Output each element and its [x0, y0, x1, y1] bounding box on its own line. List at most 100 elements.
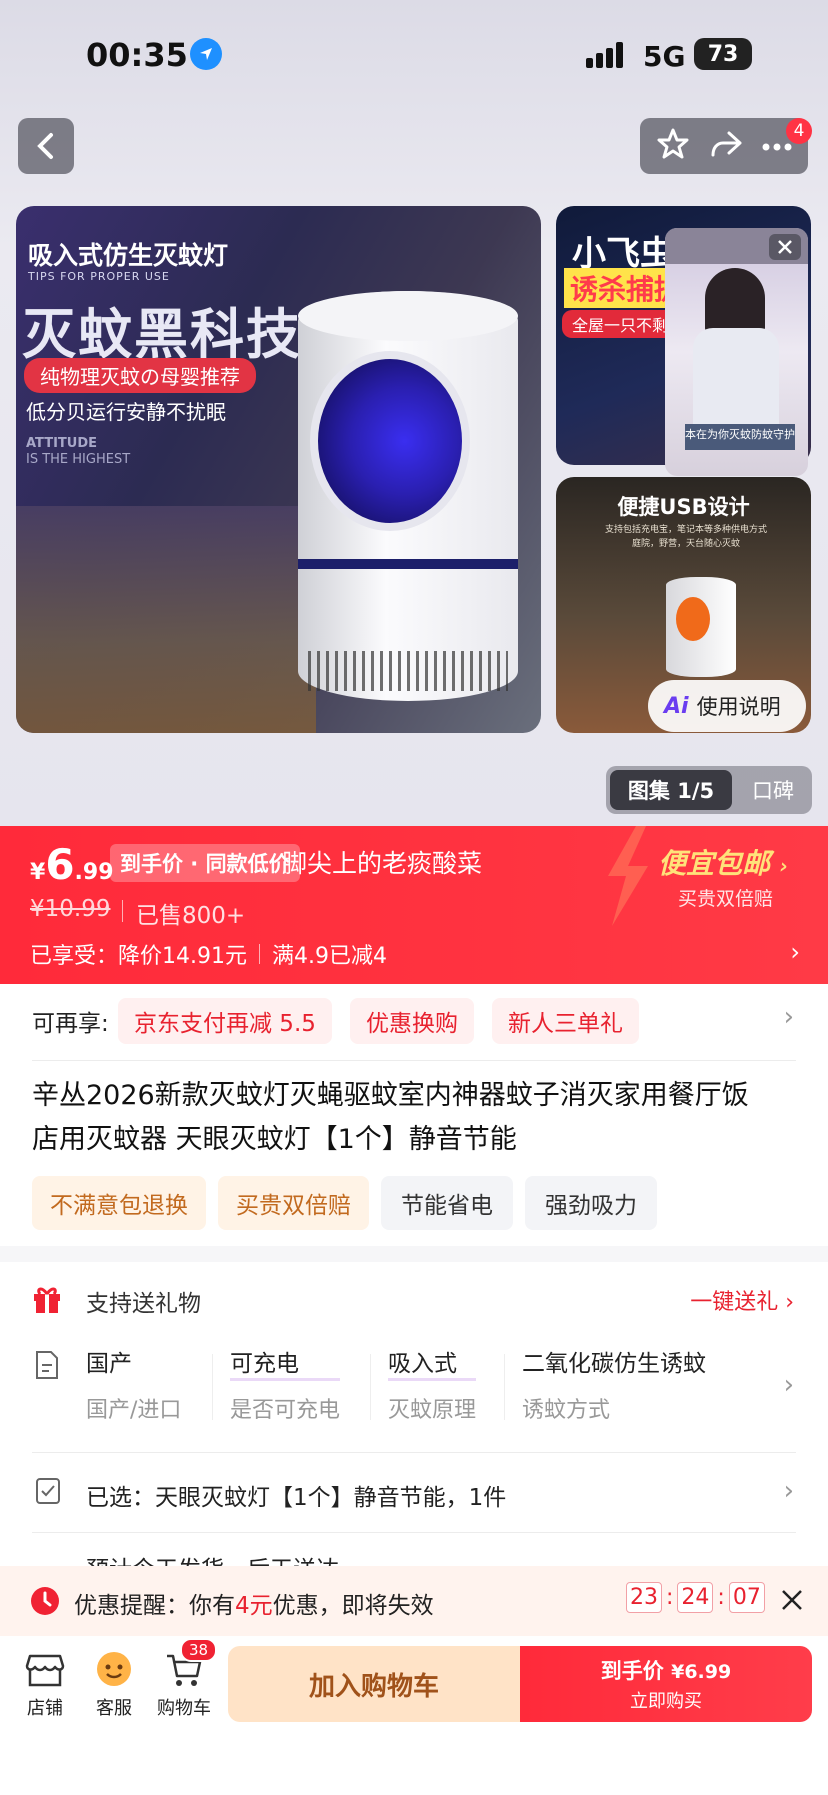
chevron-right-icon: ›	[790, 938, 800, 966]
reminder-prefix: 优惠提醒：你有	[74, 1593, 235, 1619]
gift-action-text: 一键送礼	[690, 1290, 779, 1315]
video-preview[interactable]: 本在为你灭蚊防蚊守护	[665, 228, 808, 476]
signal-icon	[586, 42, 630, 68]
offer-chip-newbie[interactable]: 新人三单礼	[492, 998, 639, 1044]
spec-lure-label: 诱蚊方式	[522, 1398, 611, 1423]
gallery-tips: TIPS FOR PROPER USE	[28, 270, 170, 283]
tag-double-refund[interactable]: 买贵双倍赔	[218, 1176, 369, 1230]
chevron-right-icon: ›	[783, 1476, 794, 1506]
tag-strong-suction[interactable]: 强劲吸力	[525, 1176, 657, 1230]
reminder-suffix: 优惠，即将失效	[272, 1593, 434, 1619]
side-bottom-title: 便捷USB设计	[617, 495, 750, 519]
countdown-seconds: 07	[728, 1582, 765, 1613]
enjoy-row[interactable]: 已享受： 降价14.91元 满4.9已减4 ›	[30, 938, 800, 970]
add-to-cart-button[interactable]: 加入购物车	[228, 1646, 520, 1722]
close-icon	[782, 1590, 802, 1610]
cart-label: 购物车	[157, 1698, 211, 1719]
price-current: ¥ 6 .99	[30, 840, 114, 889]
spec-lure: 二氧化碳仿生诱蚊 诱蚊方式	[522, 1344, 706, 1424]
ai-label: 使用说明	[696, 695, 781, 719]
product-title-line-1: 辛丛2026新款灭蚊灯灭蝇驱蚊室内神器蚊子消灭家用餐厅饭	[32, 1080, 749, 1111]
price-tag: 到手价 · 同款低价	[110, 844, 300, 882]
video-caption: 本在为你灭蚊防蚊守护	[685, 428, 795, 441]
shipping-row[interactable]: 预计今天发货，后天送达	[0, 1540, 828, 1566]
spec-principle: 吸入式 灭蚊原理	[388, 1344, 477, 1424]
countdown-hours: 23	[626, 1582, 662, 1613]
price-original: ¥10.99	[30, 896, 111, 922]
chevron-right-icon: ›	[783, 1370, 794, 1400]
clock-icon	[30, 1586, 60, 1620]
lightning-decor	[596, 826, 656, 926]
ai-guide-button[interactable]: Ai 使用说明	[648, 680, 806, 732]
bed-decor	[16, 506, 316, 733]
spec-origin-label: 国产/进口	[86, 1398, 182, 1423]
price-decimal: .99	[74, 860, 114, 885]
gift-icon	[32, 1284, 62, 1318]
service-button[interactable]: 客服	[86, 1648, 142, 1720]
status-time: 00:35	[86, 36, 188, 74]
offer-chip-exchange[interactable]: 优惠换购	[350, 998, 474, 1044]
specs-row[interactable]: 国产 国产/进口 可充电 是否可充电 吸入式 灭蚊原理 二氧化碳仿生诱蚊 诱蚊方…	[0, 1340, 828, 1440]
nav-actions	[640, 118, 808, 174]
discount-reminder-bar[interactable]: 优惠提醒：你有4元优惠，即将失效 23: 24: 07	[0, 1566, 828, 1636]
store-icon	[25, 1654, 65, 1687]
chevron-right-icon: ›	[783, 1002, 794, 1032]
gallery-attitude-1: ATTITUDE	[26, 436, 98, 451]
promo-title[interactable]: 便宜包邮 ›	[658, 842, 788, 882]
selected-icon	[34, 1476, 62, 1510]
reminder-amount: 4元	[235, 1593, 273, 1619]
buy-now-button[interactable]: 到手价 ¥6.99 立即购买	[520, 1646, 812, 1722]
side-top-pill: 全屋一只不剩	[562, 310, 679, 338]
tag-energy-saving[interactable]: 节能省电	[381, 1176, 513, 1230]
gallery-attitude-2: IS THE HIGHEST	[26, 452, 131, 467]
gift-label: 支持送礼物	[86, 1291, 201, 1317]
more-offers-label: 可再享:	[32, 1011, 109, 1037]
product-title: 辛丛2026新款灭蚊灯灭蝇驱蚊室内神器蚊子消灭家用餐厅饭 店用灭蚊器 天眼灭蚊灯…	[32, 1074, 802, 1162]
main-product-image[interactable]: 吸入式仿生灭蚊灯 TIPS FOR PROPER USE 灭蚊黑科技 纯物理灭蚊…	[16, 206, 541, 733]
service-label: 客服	[96, 1698, 132, 1719]
shipping-text: 预计今天发货，后天送达	[86, 1550, 339, 1566]
tab-gallery[interactable]: 图集 1/5	[610, 770, 732, 810]
customer-service-icon	[97, 1652, 131, 1686]
location-icon	[190, 38, 222, 70]
add-to-cart-label: 加入购物车	[308, 1671, 439, 1702]
buy-price-label: 到手价	[600, 1659, 664, 1683]
section-divider	[0, 1246, 828, 1262]
store-button[interactable]: 店铺	[20, 1648, 70, 1720]
selected-row[interactable]: 已选：天眼灭蚊灯【1个】静音节能，1件 ›	[0, 1454, 828, 1532]
gift-action[interactable]: 一键送礼 ›	[690, 1284, 794, 1316]
share-icon[interactable]	[709, 127, 743, 165]
sold-count: 已售800+	[136, 903, 246, 929]
gift-row[interactable]: 支持送礼物 一键送礼 ›	[0, 1262, 828, 1336]
notification-badge: 4	[786, 118, 812, 144]
spec-origin-value: 国产	[86, 1351, 132, 1377]
spec-principle-label: 灭蚊原理	[388, 1398, 477, 1423]
close-video-button[interactable]	[769, 234, 801, 260]
more-offers-row[interactable]: 可再享: 京东支付再减 5.5 优惠换购 新人三单礼 ›	[0, 984, 828, 1060]
more-icon[interactable]	[762, 137, 792, 156]
cart-badge: 38	[180, 1638, 218, 1662]
close-reminder-button[interactable]	[780, 1588, 804, 1616]
gallery-tabs: 图集 1/5 口碑	[606, 766, 812, 814]
product-title-line-2: 店用灭蚊器 天眼灭蚊灯【1个】静音节能	[32, 1124, 517, 1155]
countdown-minutes: 24	[677, 1582, 714, 1613]
countdown-timer: 23: 24: 07	[626, 1582, 765, 1613]
bottom-bar: 店铺 客服 购物车 38 加入购物车 到手价 ¥6.99 立即购买	[0, 1636, 828, 1795]
full-reduce: 满4.9已减4	[272, 944, 387, 969]
spec-rechargeable-value: 可充电	[230, 1344, 341, 1381]
spec-origin: 国产 国产/进口	[86, 1344, 181, 1424]
side-bottom-sub: 支持包括充电宝，笔记本等多种供电方式 庭院，野营，天台随心灭蚊	[604, 525, 767, 549]
lamp-illustration	[298, 291, 518, 711]
price-band: ¥ 6 .99 到手价 · 同款低价 脚尖上的老痰酸菜 ¥10.99 已售800…	[0, 826, 828, 984]
price-integer: 6	[45, 840, 75, 889]
selected-text: 已选：天眼灭蚊灯【1个】静音节能，1件	[86, 1485, 507, 1511]
tab-reviews[interactable]: 口碑	[738, 770, 808, 810]
favorite-icon[interactable]	[656, 127, 690, 165]
spec-rechargeable-label: 是否可充电	[230, 1398, 341, 1423]
product-gallery: 00:35 5G 73 4 吸入式仿生灭蚊灯 TIPS FOR PROPER U…	[0, 0, 828, 826]
store-label: 店铺	[27, 1698, 63, 1719]
enjoy-label: 已享受：	[30, 944, 119, 969]
tag-return[interactable]: 不满意包退换	[32, 1176, 206, 1230]
back-button[interactable]	[18, 118, 74, 174]
offer-chip-jdpay[interactable]: 京东支付再减 5.5	[118, 998, 332, 1044]
